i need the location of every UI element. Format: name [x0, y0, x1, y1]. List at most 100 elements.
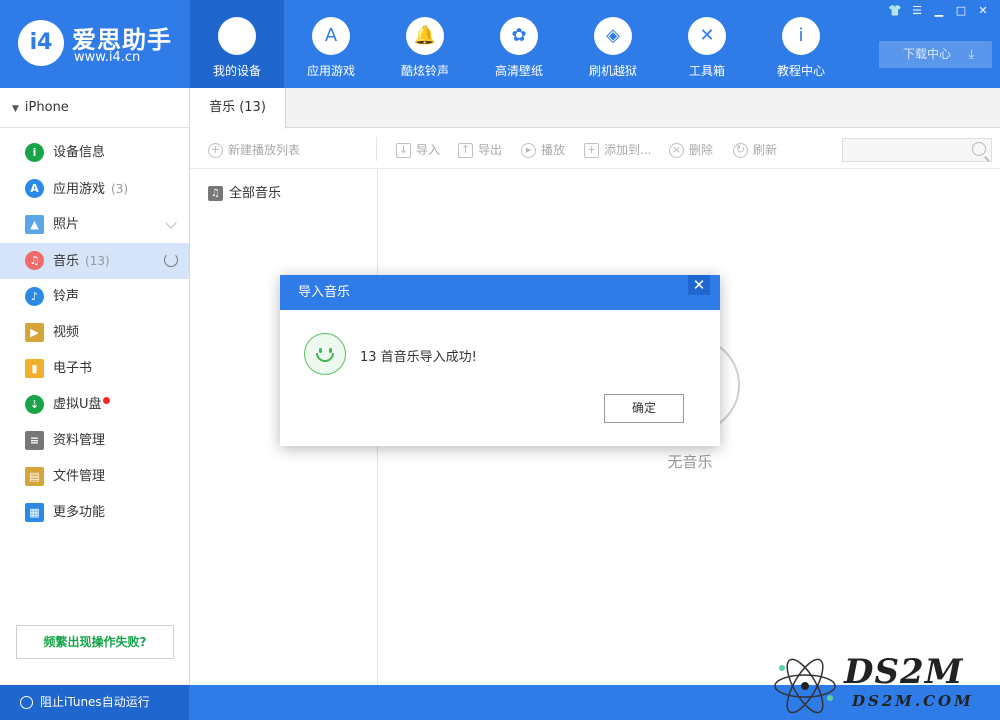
music-note-icon: ♫ [208, 186, 223, 201]
delete-button[interactable]: × 删除 [669, 141, 713, 159]
nav-item-0[interactable]: 我的设备 [190, 0, 284, 88]
new-playlist-label: 新建播放列表 [228, 143, 301, 157]
maximize-icon[interactable]: □ [950, 3, 972, 19]
import-icon: ↓ [396, 143, 411, 158]
refresh-button[interactable]: ↻ 刷新 [733, 141, 777, 159]
add-list-icon: + [584, 143, 599, 158]
nav-label: 教程中心 [776, 64, 825, 78]
triangle-down-icon: ▼ [12, 104, 19, 114]
nav-label: 高清壁纸 [494, 64, 543, 78]
watermark: DS2M DS2M.COM [764, 652, 1000, 720]
sidebar-label-text: 资料管理 [53, 433, 106, 448]
sidebar-item-10[interactable]: ▦ 更多功能 [0, 495, 189, 531]
sidebar-item-label: 资料管理 [53, 423, 105, 459]
sidebar-item-9[interactable]: ▤ 文件管理 [0, 459, 189, 495]
sidebar-item-label: 铃声 [53, 279, 79, 315]
play-button[interactable]: ▸ 播放 [521, 141, 565, 159]
add-to-label: 添加到... [604, 143, 652, 157]
dialog-message: 13 首音乐导入成功! [360, 350, 477, 365]
app-store-icon: A [25, 179, 44, 198]
sidebar-item-label: 应用游戏 (3) [53, 171, 128, 208]
sidebar-item-5[interactable]: ▶ 视频 [0, 315, 189, 351]
tools-icon: ✕ [688, 17, 726, 55]
block-itunes-option[interactable]: 阻止iTunes自动运行 [0, 685, 189, 720]
empty-text: 无音乐 [667, 453, 713, 471]
import-label: 导入 [416, 143, 441, 157]
nav-label: 刷机越狱 [588, 64, 637, 78]
sidebar-item-3[interactable]: ♫ 音乐 (13) [0, 243, 189, 279]
play-label: 播放 [541, 143, 566, 157]
sidebar-item-8[interactable]: ≡ 资料管理 [0, 423, 189, 459]
export-label: 导出 [478, 143, 503, 157]
radio-icon[interactable] [20, 696, 33, 709]
nav-label: 酷炫铃声 [400, 64, 449, 78]
menu-icon[interactable]: ☰ [906, 3, 928, 19]
play-icon: ▸ [521, 143, 536, 158]
app-logo: i4 爱思助手 www.i4.cn [18, 18, 188, 70]
search-input[interactable] [842, 138, 992, 162]
dialog-header: 导入音乐 ✕ [280, 275, 720, 310]
sidebar-item-label: 视频 [53, 315, 79, 351]
sidebar-item-7[interactable]: ⇣ 虚拟U盘 [0, 387, 189, 423]
skin-icon[interactable]: 👕 [884, 3, 906, 19]
import-dialog: 导入音乐 ✕ 13 首音乐导入成功! 确定 [280, 275, 720, 446]
refresh-label: 刷新 [753, 143, 778, 157]
delete-icon: × [669, 143, 684, 158]
nav-item-6[interactable]: i 教程中心 [754, 0, 848, 88]
sidebar-item-label: 更多功能 [53, 495, 105, 531]
download-arrow-icon: ⤓ [968, 47, 974, 61]
chevron-down-icon[interactable] [165, 217, 177, 229]
ok-button[interactable]: 确定 [604, 394, 684, 423]
app-store-icon: A [312, 17, 350, 55]
usb-icon: ⇣ [25, 395, 44, 414]
book-icon: ▮ [25, 359, 44, 378]
nav-item-5[interactable]: ✕ 工具箱 [660, 0, 754, 88]
notification-dot [102, 397, 110, 404]
export-button[interactable]: ↑ 导出 [458, 141, 502, 159]
sidebar-label-text: 设备信息 [53, 145, 106, 160]
sidebar-label-text: 更多功能 [53, 505, 106, 520]
sidebar-count: (13) [85, 254, 110, 268]
sidebar-item-4[interactable]: ♪ 铃声 [0, 279, 189, 315]
info-icon: i [782, 17, 820, 55]
sidebar-item-0[interactable]: i 设备信息 [0, 135, 189, 171]
download-center-label: 下载中心 [903, 47, 952, 61]
device-name: iPhone [24, 100, 69, 115]
add-to-button[interactable]: + 添加到... [584, 141, 651, 159]
sidebar-label-text: 电子书 [53, 361, 93, 376]
app-url: www.i4.cn [74, 50, 141, 65]
app-header: i4 爱思助手 www.i4.cn 我的设备 A 应用游戏 🔔 酷炫铃声 ✿ 高清壁纸 ◈ 刷机… [0, 0, 1000, 88]
tab-music[interactable]: 音乐 (13) [190, 88, 286, 129]
nav-item-3[interactable]: ✿ 高清壁纸 [472, 0, 566, 88]
nav-item-1[interactable]: A 应用游戏 [284, 0, 378, 88]
help-button[interactable]: 频繁出现操作失败? [16, 625, 174, 659]
close-icon[interactable]: ✕ [972, 3, 994, 19]
delete-label: 删除 [689, 143, 714, 157]
sidebar-label-text: 音乐 [53, 254, 80, 269]
device-selector[interactable]: ▼ iPhone [0, 88, 189, 128]
nav-item-4[interactable]: ◈ 刷机越狱 [566, 0, 660, 88]
music-icon: ♫ [25, 251, 44, 270]
playlist-all-music[interactable]: ♫ 全部音乐 [208, 185, 281, 203]
tab-bar: 音乐 (13) [190, 88, 1000, 129]
sidebar-item-2[interactable]: ▲ 照片 [0, 207, 189, 243]
download-center-button[interactable]: 下载中心 ⤓ [879, 41, 992, 68]
grid-icon: ▦ [25, 503, 44, 522]
flower-icon: ✿ [500, 17, 538, 55]
import-button[interactable]: ↓ 导入 [396, 141, 440, 159]
sidebar-label-text: 应用游戏 [53, 182, 106, 197]
dialog-close-icon[interactable]: ✕ [688, 275, 710, 295]
sidebar-item-label: 设备信息 [53, 135, 105, 171]
toolbar-divider [376, 137, 377, 161]
search-icon [972, 142, 986, 156]
export-icon: ↑ [458, 143, 473, 158]
sidebar-item-1[interactable]: A 应用游戏 (3) [0, 171, 189, 207]
playlist-label: 全部音乐 [229, 186, 282, 201]
new-playlist-button[interactable]: + 新建播放列表 [208, 141, 300, 159]
sidebar-item-label: 文件管理 [53, 459, 105, 495]
nav-item-2[interactable]: 🔔 酷炫铃声 [378, 0, 472, 88]
sidebar-item-6[interactable]: ▮ 电子书 [0, 351, 189, 387]
refresh-icon: ↻ [733, 143, 748, 158]
sidebar-label-text: 视频 [53, 325, 80, 340]
minimize-icon[interactable]: ▁ [928, 3, 950, 19]
